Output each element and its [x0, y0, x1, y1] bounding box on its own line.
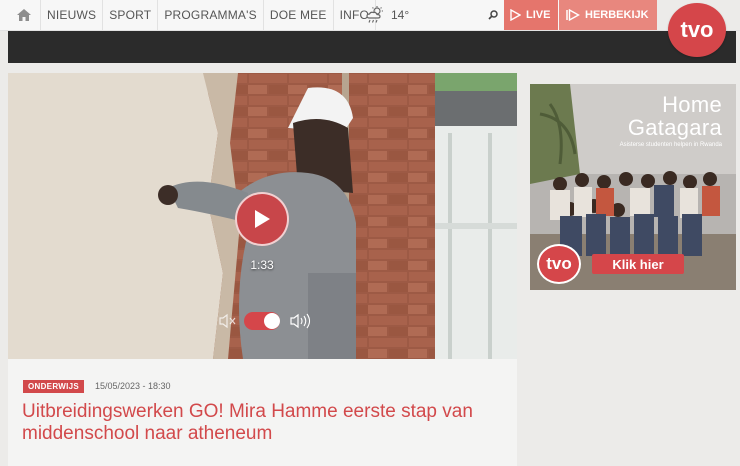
top-navigation-bar: NIEUWS SPORT PROGRAMMA'S DOE MEE INFO 14… — [0, 0, 740, 31]
weather-temperature: 14° — [391, 8, 410, 22]
volume-icon[interactable] — [290, 313, 312, 329]
sound-toggle-knob — [264, 313, 280, 329]
play-icon — [255, 210, 270, 228]
advertisement-banner[interactable]: Home Gatagara Asisterse studenten helpen… — [530, 84, 736, 290]
home-button[interactable] — [8, 0, 40, 30]
mute-icon[interactable] — [219, 313, 239, 329]
video-player[interactable]: 1:33 — [8, 73, 517, 359]
ad-title-line1: Home — [662, 92, 722, 117]
play-button[interactable] — [235, 192, 289, 246]
article-summary: ONDERWIJS 15/05/2023 - 18:30 Uitbreiding… — [8, 359, 517, 466]
live-label: LIVE — [526, 9, 551, 21]
sound-toggle[interactable] — [244, 312, 280, 330]
nav-item-nieuws[interactable]: NIEUWS — [40, 0, 102, 30]
sub-header-bar — [8, 31, 736, 63]
search-button[interactable] — [484, 0, 502, 30]
main-nav: NIEUWS SPORT PROGRAMMA'S DOE MEE INFO — [40, 0, 377, 30]
search-icon — [488, 10, 498, 20]
replay-icon — [566, 9, 580, 21]
ad-klik-hier-button[interactable]: Klik hier — [592, 254, 684, 274]
live-button[interactable]: LIVE — [504, 0, 558, 30]
nav-item-doe-mee[interactable]: DOE MEE — [262, 0, 333, 30]
tvo-logo[interactable]: tvo — [668, 3, 726, 57]
category-badge[interactable]: ONDERWIJS — [23, 380, 85, 393]
ad-title-line2: Gatagara — [627, 115, 722, 140]
article-title[interactable]: Uitbreidingswerken GO! Mira Hamme eerste… — [22, 401, 502, 445]
ad-title: Home Gatagara — [628, 93, 722, 139]
ad-subtitle: Asisterse studenten helpen in Rwanda — [619, 142, 722, 148]
herbekijk-button[interactable]: HERBEKIJK — [559, 0, 657, 30]
nav-item-programmas[interactable]: PROGRAMMA'S — [157, 0, 263, 30]
live-play-icon — [510, 9, 521, 21]
ad-tvo-logo: tvo — [537, 244, 581, 284]
home-icon — [17, 9, 31, 21]
video-duration: 1:33 — [250, 258, 274, 272]
cloud-sun-rain-icon — [366, 6, 383, 23]
nav-item-sport[interactable]: SPORT — [102, 0, 157, 30]
herbekijk-label: HERBEKIJK — [585, 9, 649, 21]
weather-widget[interactable]: 14° — [365, 0, 409, 30]
article-date: 15/05/2023 - 18:30 — [95, 381, 171, 391]
